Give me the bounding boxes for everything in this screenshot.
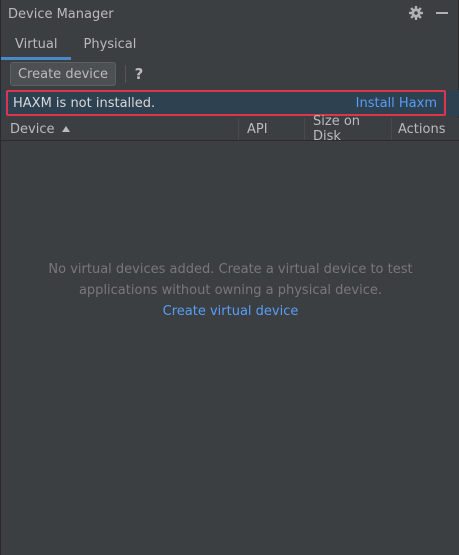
- tab-physical-label: Physical: [83, 36, 137, 52]
- gear-icon[interactable]: [408, 5, 424, 21]
- column-header-device[interactable]: Device: [1, 118, 239, 140]
- column-header-size[interactable]: Size on Disk: [305, 114, 392, 144]
- create-virtual-device-container: Create virtual device: [1, 303, 459, 321]
- tab-physical[interactable]: Physical: [71, 28, 148, 60]
- column-header-actions-label: Actions: [398, 121, 446, 137]
- help-icon[interactable]: ?: [132, 64, 146, 84]
- sort-ascending-icon: [62, 126, 71, 132]
- panel-title: Device Manager: [8, 6, 114, 22]
- device-type-tabs: Virtual Physical: [1, 28, 459, 60]
- column-header-api[interactable]: API: [239, 118, 305, 140]
- empty-state-line-2: applications without owning a physical d…: [78, 283, 383, 298]
- create-virtual-device-link[interactable]: Create virtual device: [163, 304, 299, 319]
- column-header-api-label: API: [247, 121, 268, 137]
- empty-state-line-1: No virtual devices added. Create a virtu…: [48, 262, 413, 277]
- create-device-button[interactable]: Create device: [10, 62, 116, 86]
- device-table-body: [1, 141, 459, 555]
- column-header-device-label: Device: [10, 121, 55, 137]
- toolbar: Create device ?: [1, 60, 459, 90]
- title-actions: [408, 5, 450, 21]
- column-header-size-label: Size on Disk: [313, 114, 361, 144]
- minimize-icon[interactable]: [434, 5, 450, 21]
- column-header-actions[interactable]: Actions: [392, 118, 459, 140]
- tab-virtual-label: Virtual: [15, 36, 58, 52]
- empty-state-message: No virtual devices added. Create a virtu…: [1, 259, 459, 301]
- toolbar-separator: [125, 65, 126, 83]
- panel-title-bar: Device Manager: [1, 0, 459, 28]
- device-table-header: Device API Size on Disk Actions: [1, 114, 459, 144]
- device-manager-panel: Device Manager Virtual Physical Create d…: [0, 0, 459, 555]
- banner-highlight-outline: [6, 90, 446, 116]
- tab-virtual[interactable]: Virtual: [1, 28, 72, 60]
